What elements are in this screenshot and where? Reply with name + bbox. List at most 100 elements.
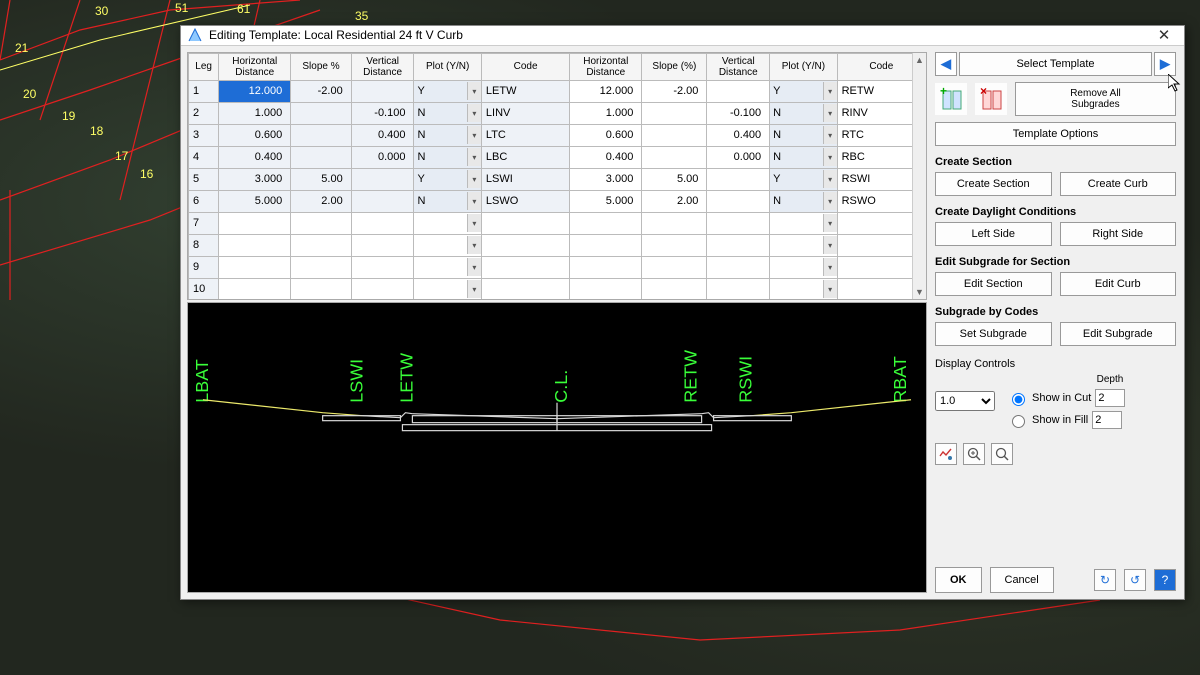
chevron-down-icon[interactable]: ▾ [823,82,837,100]
create-section-button[interactable]: Create Section [935,172,1052,196]
table-scrollbar[interactable] [912,53,926,299]
chevron-down-icon[interactable]: ▾ [823,126,837,144]
daylight-header: Create Daylight Conditions [935,206,1176,218]
col-leg[interactable]: Leg [189,53,219,80]
cross-section-preview[interactable]: LBAT LSWI LETW C.L. RETW RSWI RBAT [187,302,927,593]
col-plot-r[interactable]: Plot (Y/N) [770,53,837,80]
table-row[interactable]: 10▾ ▾ [189,278,926,300]
editing-template-dialog: Editing Template: Local Residential 24 f… [180,25,1185,600]
select-template-button[interactable]: Select Template [959,52,1152,76]
depth-cut-input[interactable] [1095,389,1125,407]
chevron-down-icon[interactable]: ▾ [823,192,837,210]
table-row[interactable]: 7▾ ▾ [189,212,926,234]
svg-text:C.L.: C.L. [551,370,571,403]
svg-text:51: 51 [175,1,189,15]
zoom-extents-icon[interactable] [991,443,1013,465]
remove-all-subgrades-button[interactable]: Remove AllSubgrades [1015,82,1176,116]
zoom-in-icon[interactable] [963,443,985,465]
svg-text:LETW: LETW [396,353,416,403]
show-in-fill-radio[interactable] [1012,415,1025,428]
svg-text:18: 18 [90,124,104,138]
col-slope[interactable]: Slope % [291,53,351,80]
chevron-down-icon[interactable]: ▾ [823,214,837,232]
subgrade-codes-header: Subgrade by Codes [935,306,1176,318]
edit-subgrade-button[interactable]: Edit Subgrade [1060,322,1177,346]
remove-subgrade-icon[interactable]: × [975,83,1007,115]
zoom-pick-icon[interactable] [935,443,957,465]
table-row[interactable]: 40.400 0.000 N▾ LBC 0.400 0.000 N▾ RBC [189,146,926,168]
close-button[interactable]: ✕ [1150,26,1178,44]
col-code[interactable]: Code [481,53,569,80]
app-icon [187,27,203,43]
table-row[interactable]: 30.600 0.400 N▾ LTC 0.600 0.400 N▾ RTC [189,124,926,146]
chevron-down-icon[interactable]: ▾ [467,258,481,276]
table-row[interactable]: 9▾ ▾ [189,256,926,278]
daylight-left-button[interactable]: Left Side [935,222,1052,246]
chevron-down-icon[interactable]: ▾ [467,82,481,100]
chevron-down-icon[interactable]: ▾ [467,214,481,232]
svg-text:RSWI: RSWI [735,356,755,403]
template-options-button[interactable]: Template Options [935,122,1176,146]
svg-text:+: + [940,85,947,98]
set-subgrade-button[interactable]: Set Subgrade [935,322,1052,346]
col-hdist-r[interactable]: HorizontalDistance [570,53,642,80]
next-template-button[interactable]: ▶ [1154,52,1176,76]
chevron-down-icon[interactable]: ▾ [467,126,481,144]
ok-button[interactable]: OK [935,567,982,593]
depth-fill-input[interactable] [1092,411,1122,429]
col-plot[interactable]: Plot (Y/N) [414,53,481,80]
redo-icon[interactable]: ↻ [1094,569,1116,591]
legs-table[interactable]: Leg HorizontalDistance Slope % VerticalD… [187,52,927,300]
chevron-down-icon[interactable]: ▾ [467,236,481,254]
window-title: Editing Template: Local Residential 24 f… [209,28,1150,42]
col-hdist[interactable]: HorizontalDistance [219,53,291,80]
add-subgrade-icon[interactable]: + [935,83,967,115]
show-in-cut-label: Show in Cut [1032,392,1091,404]
edit-section-button[interactable]: Edit Section [935,272,1052,296]
col-vdist[interactable]: VerticalDistance [351,53,414,80]
table-row[interactable]: 112.000 -2.00 Y▾ LETW 12.000 -2.00 Y▾ RE… [189,80,926,102]
chevron-down-icon[interactable]: ▾ [823,170,837,188]
svg-text:16: 16 [140,167,154,181]
help-icon[interactable]: ? [1154,569,1176,591]
svg-text:RBAT: RBAT [890,356,910,403]
undo-icon[interactable]: ↺ [1124,569,1146,591]
svg-text:30: 30 [95,4,109,18]
svg-text:LBAT: LBAT [192,359,212,403]
chevron-down-icon[interactable]: ▾ [467,170,481,188]
chevron-down-icon[interactable]: ▾ [823,104,837,122]
col-slope-r[interactable]: Slope (%) [642,53,707,80]
svg-text:61: 61 [237,2,251,16]
edit-curb-button[interactable]: Edit Curb [1060,272,1177,296]
scale-select[interactable]: 1.0 [935,391,995,411]
side-panel: ◀ Select Template ▶ + × Remove AllSubgra… [933,52,1178,593]
daylight-right-button[interactable]: Right Side [1060,222,1177,246]
chevron-down-icon[interactable]: ▾ [823,236,837,254]
svg-text:17: 17 [115,149,129,163]
prev-template-button[interactable]: ◀ [935,52,957,76]
create-curb-button[interactable]: Create Curb [1060,172,1177,196]
col-vdist-r[interactable]: VerticalDistance [707,53,770,80]
chevron-down-icon[interactable]: ▾ [823,280,837,298]
chevron-down-icon[interactable]: ▾ [467,148,481,166]
svg-text:×: × [980,85,987,98]
show-in-cut-radio[interactable] [1012,393,1025,406]
cancel-button[interactable]: Cancel [990,567,1054,593]
titlebar[interactable]: Editing Template: Local Residential 24 f… [181,26,1184,46]
table-row[interactable]: 53.000 5.00 Y▾ LSWI 3.000 5.00 Y▾ RSWI [189,168,926,190]
table-row[interactable]: 8▾ ▾ [189,234,926,256]
svg-text:LSWI: LSWI [347,359,367,403]
chevron-down-icon[interactable]: ▾ [467,104,481,122]
svg-text:35: 35 [355,9,369,23]
chevron-down-icon[interactable]: ▾ [467,192,481,210]
table-row[interactable]: 65.000 2.00 N▾ LSWO 5.000 2.00 N▾ RSWO [189,190,926,212]
svg-text:19: 19 [62,109,76,123]
svg-text:RETW: RETW [681,350,701,403]
create-section-header: Create Section [935,156,1176,168]
svg-text:20: 20 [23,87,37,101]
chevron-down-icon[interactable]: ▾ [467,280,481,298]
chevron-down-icon[interactable]: ▾ [823,148,837,166]
display-controls-label: Display Controls [935,358,1176,370]
table-row[interactable]: 21.000 -0.100 N▾ LINV 1.000 -0.100 N▾ RI… [189,102,926,124]
chevron-down-icon[interactable]: ▾ [823,258,837,276]
